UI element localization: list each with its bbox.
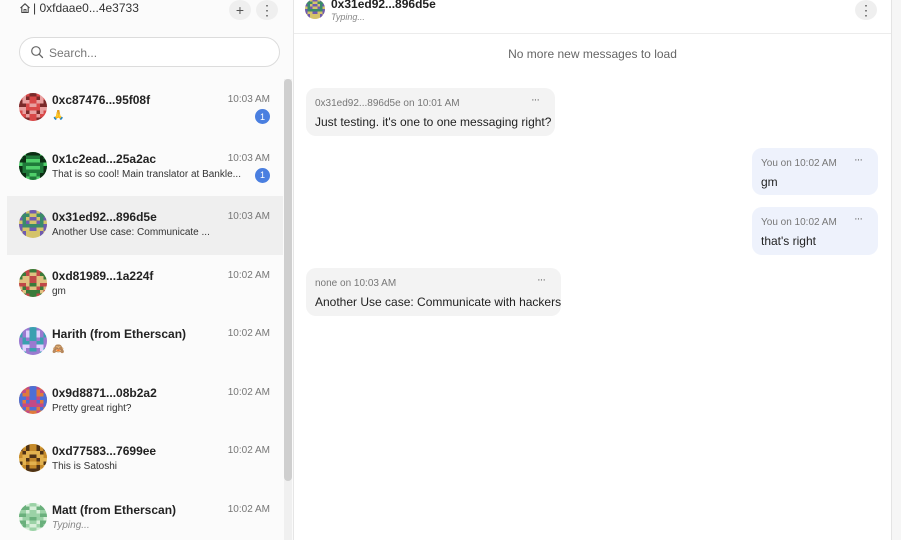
sidebar-header: | 0xfdaae0...4e3733 + ⋮ — [0, 0, 293, 22]
conversation-preview: Another Use case: Communicate ... — [52, 227, 210, 238]
search-box[interactable] — [19, 37, 280, 67]
conversation-preview: 🙈 — [52, 344, 65, 355]
conversation-name: 0xc87476...95f08f — [52, 93, 151, 107]
message-options-icon[interactable]: ··· — [531, 94, 540, 106]
new-conversation-button[interactable]: + — [229, 0, 251, 20]
conversation-preview: Typing... — [52, 519, 90, 531]
sidebar-menu-button[interactable]: ⋮ — [256, 0, 278, 20]
unread-badge: 1 — [255, 109, 270, 124]
conversation-item[interactable]: 0xc87476...95f08f 🙏 10:03 AM 1 — [7, 79, 283, 138]
conversation-name: Harith (from Etherscan) — [52, 327, 187, 341]
conversation-item[interactable]: 0x31ed92...896d5e Another Use case: Commu… — [7, 196, 283, 255]
conversation-preview: 🙏 — [52, 110, 65, 121]
conversation-time: 10:03 AM — [227, 152, 270, 164]
outgoing-message[interactable]: You on 10:02 AM that's right ··· — [752, 207, 878, 255]
conversation-preview: gm — [52, 285, 66, 297]
avatar — [19, 151, 47, 180]
kebab-menu-icon: ⋮ — [859, 1, 873, 18]
conversation-time: 10:02 AM — [227, 503, 270, 515]
message-meta: You on 10:02 AM — [761, 217, 837, 228]
unread-badge: 1 — [255, 167, 270, 183]
conversation-item[interactable]: 0x9d8871...08b2a2 Pretty great right? 10:0… — [7, 372, 283, 431]
incoming-message[interactable]: none on 10:03 AM Another Use case: Commun… — [306, 268, 561, 316]
conversation-name: 0xd81989...1a224f — [52, 268, 154, 283]
avatar[interactable] — [305, 0, 325, 19]
typing-status: Typing... — [331, 12, 365, 22]
conversation-item[interactable]: 0xd77583...7699ee This is Satoshi 10:02 AM — [7, 430, 283, 489]
message-options-icon[interactable]: ··· — [854, 213, 863, 225]
avatar — [19, 327, 47, 355]
conversation-item[interactable]: 0xd81989...1a224f gm 10:02 AM — [7, 255, 283, 314]
message-text: Just testing. it's one to one messaging … — [315, 115, 552, 129]
conversation-name: 0xd77583...7699ee — [52, 444, 157, 458]
conversation-time: 10:02 AM — [227, 445, 270, 456]
chat-header: 0x31ed92...896d5e Typing... ⋮ — [294, 0, 891, 34]
conversation-preview: Pretty great right? — [52, 402, 132, 414]
conversation-item[interactable]: Harith (from Etherscan) 🙈 10:02 AM — [7, 313, 283, 372]
message-meta: 0x31ed92...896d5e on 10:01 AM — [315, 98, 460, 109]
conversation-preview: That is so cool! Main translator at Bank… — [52, 168, 241, 180]
conversation-item[interactable]: Matt (from Etherscan) Typing... 10:02 AM — [7, 489, 283, 540]
search-icon — [31, 46, 44, 59]
conversation-time: 10:02 AM — [227, 328, 270, 339]
conversation-time: 10:03 AM — [227, 94, 270, 105]
chat-pane: 0x31ed92...896d5e Typing... ⋮ No more ne… — [294, 0, 892, 540]
search-input[interactable] — [47, 43, 271, 62]
outgoing-message[interactable]: You on 10:02 AM gm ··· — [752, 148, 878, 195]
message-options-icon[interactable]: ··· — [537, 274, 546, 286]
home-icon[interactable] — [19, 2, 31, 14]
messaging-app: | 0xfdaae0...4e3733 + ⋮ 0xc87476...95f08… — [0, 0, 901, 540]
conversation-name: 0x31ed92...896d5e — [52, 210, 157, 224]
account-address: | 0xfdaae0...4e3733 — [33, 1, 139, 15]
avatar — [19, 444, 47, 472]
conversation-list: 0xc87476...95f08f 🙏 10:03 AM 1 0x1c2ead...25… — [7, 79, 283, 540]
message-meta: none on 10:03 AM — [315, 278, 397, 289]
chat-menu-button[interactable]: ⋮ — [855, 0, 877, 20]
conversation-item[interactable]: 0x1c2ead...25a2ac That is so cool! Main t… — [7, 138, 283, 197]
incoming-message[interactable]: 0x31ed92...896d5e on 10:01 AM Just testin… — [306, 88, 555, 136]
conversation-preview: This is Satoshi — [52, 461, 118, 472]
message-text: gm — [761, 175, 778, 189]
avatar — [19, 502, 47, 531]
no-more-messages-notice: No more new messages to load — [508, 47, 677, 61]
conversation-name: 0x9d8871...08b2a2 — [52, 385, 157, 400]
message-text: Another Use case: Communicate with hacke… — [315, 295, 562, 309]
message-text: that's right — [761, 234, 816, 248]
avatar — [19, 93, 47, 121]
conversation-time: 10:02 AM — [227, 386, 270, 398]
conversation-time: 10:02 AM — [227, 269, 270, 281]
scrollbar-thumb[interactable] — [284, 79, 292, 481]
avatar — [19, 210, 47, 238]
message-meta: You on 10:02 AM — [761, 158, 837, 169]
avatar — [19, 385, 47, 414]
kebab-menu-icon: ⋮ — [260, 1, 274, 18]
avatar — [19, 268, 47, 297]
message-options-icon[interactable]: ··· — [854, 154, 863, 166]
conversation-sidebar: | 0xfdaae0...4e3733 + ⋮ 0xc87476...95f08… — [0, 0, 294, 540]
conversation-name: 0x1c2ead...25a2ac — [52, 151, 157, 166]
conversation-name: Matt (from Etherscan) — [52, 502, 177, 517]
chat-contact-name: 0x31ed92...896d5e — [331, 0, 436, 11]
conversation-time: 10:03 AM — [227, 211, 270, 222]
plus-icon: + — [235, 2, 245, 18]
